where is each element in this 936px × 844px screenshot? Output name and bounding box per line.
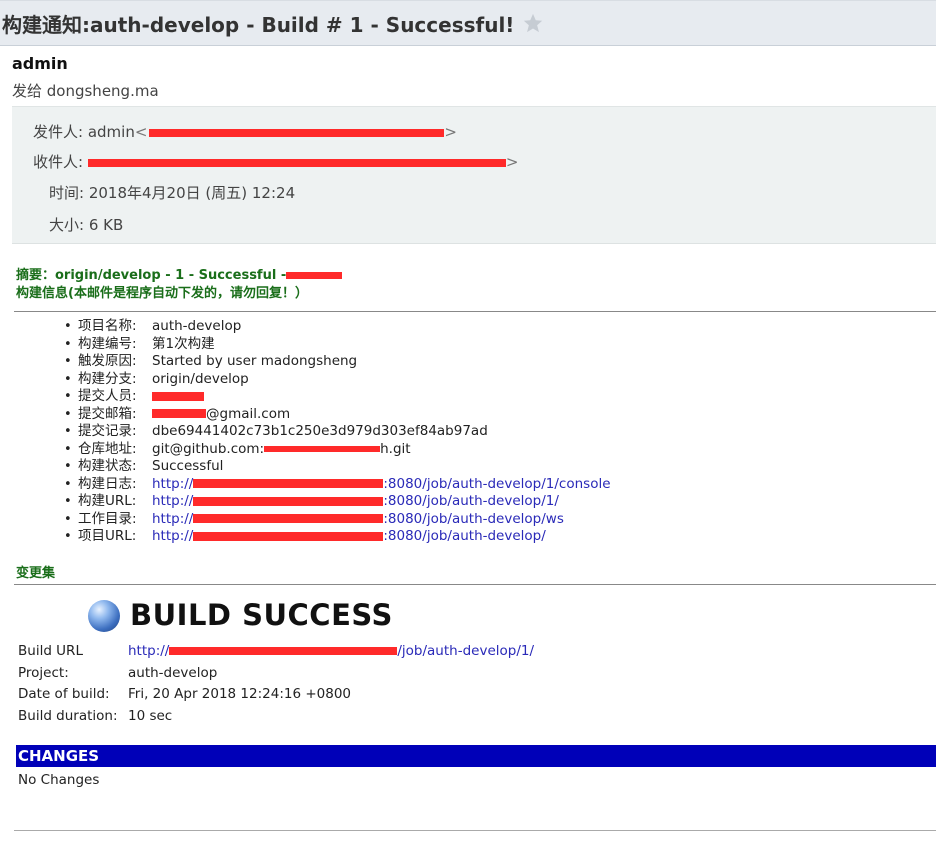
duration-row: Build duration: 10 sec bbox=[18, 707, 173, 724]
list-item: 构建分支:origin/develop bbox=[64, 371, 611, 389]
build-url-row: Build URL http:///job/auth-develop/1/ bbox=[18, 643, 535, 659]
date-row: Date of build: Fri, 20 Apr 2018 12:24:16 … bbox=[18, 686, 352, 702]
time-label: 时间: bbox=[49, 184, 85, 202]
to-email-close: > bbox=[505, 153, 519, 171]
list-item: 构建状态:Successful bbox=[64, 458, 611, 476]
blue-ball-icon bbox=[88, 600, 120, 632]
list-item: 构建日志:http://:8080/job/auth-develop/1/con… bbox=[64, 476, 611, 494]
list-item: 工作目录:http://:8080/job/auth-develop/ws bbox=[64, 511, 611, 529]
list-item: 项目名称:auth-develop bbox=[64, 318, 611, 336]
redacted-email bbox=[152, 409, 206, 418]
time-row: 时间: 2018年4月20日 (周五) 12:24 bbox=[49, 182, 295, 203]
to-label: 收件人: bbox=[33, 153, 84, 171]
workspace-link[interactable]: http://:8080/job/auth-develop/ws bbox=[152, 511, 564, 527]
no-changes-text: No Changes bbox=[18, 772, 100, 788]
build-details: Build URL http:///job/auth-develop/1/ Pro… bbox=[18, 641, 534, 727]
size-row: 大小: 6 KB bbox=[49, 214, 123, 235]
redacted-recipient bbox=[87, 158, 506, 167]
time-value: 2018年4月20日 (周五) 12:24 bbox=[88, 184, 296, 202]
redacted-host bbox=[193, 479, 384, 488]
redacted-host bbox=[193, 514, 384, 523]
list-item: 仓库地址:git@github.com:h.git bbox=[64, 441, 611, 459]
build-url-link[interactable]: http:///job/auth-develop/1/ bbox=[128, 643, 534, 659]
from-value[interactable]: admin bbox=[88, 123, 135, 141]
redacted-host bbox=[169, 647, 398, 655]
from-label: 发件人: bbox=[33, 123, 84, 141]
list-item: 构建URL:http://:8080/job/auth-develop/1/ bbox=[64, 493, 611, 511]
list-item: 提交人员: bbox=[64, 388, 611, 406]
changes-header: CHANGES bbox=[16, 745, 936, 767]
project-row: Project: auth-develop bbox=[18, 664, 218, 681]
build-info-list: 项目名称:auth-develop 构建编号:第1次构建 触发原因:Starte… bbox=[64, 318, 611, 546]
list-item: 构建编号:第1次构建 bbox=[64, 336, 611, 354]
redacted-name bbox=[286, 272, 343, 279]
summary-line: 摘要：origin/develop - 1 - Successful - bbox=[16, 267, 343, 285]
size-label: 大小: bbox=[49, 216, 85, 234]
from-row: 发件人: admin< > bbox=[33, 121, 457, 142]
build-summary: 摘要：origin/develop - 1 - Successful - 构建信… bbox=[16, 267, 343, 303]
star-icon[interactable] bbox=[522, 12, 544, 34]
recipient-summary[interactable]: 发给 dongsheng.ma bbox=[12, 80, 159, 101]
redacted-email bbox=[149, 128, 445, 137]
redacted-repo bbox=[264, 445, 381, 452]
list-item: 触发原因:Started by user madongsheng bbox=[64, 353, 611, 371]
email-subject-bar: 构建通知:auth-develop - Build # 1 - Successf… bbox=[0, 0, 936, 46]
build-status-title: BUILD SUCCESS bbox=[130, 598, 393, 632]
build-url-link[interactable]: http://:8080/job/auth-develop/1/ bbox=[152, 493, 559, 509]
from-email-close: > bbox=[444, 123, 457, 141]
sender-name[interactable]: admin bbox=[12, 54, 68, 73]
list-item: 项目URL:http://:8080/job/auth-develop/ bbox=[64, 528, 611, 546]
divider bbox=[14, 311, 936, 312]
from-email-open: < bbox=[134, 123, 148, 141]
email-headers: 发件人: admin< > 收件人: > 时间: 2018年4月20日 (周五) … bbox=[12, 106, 936, 244]
redacted-host bbox=[193, 496, 384, 506]
redacted-name bbox=[152, 391, 204, 401]
to-row: 收件人: > bbox=[33, 151, 518, 172]
list-item: 提交记录:dbe69441402c73b1c250e3d979d303ef84a… bbox=[64, 423, 611, 441]
email-subject: 构建通知:auth-develop - Build # 1 - Successf… bbox=[2, 12, 515, 37]
project-url-link[interactable]: http://:8080/job/auth-develop/ bbox=[152, 528, 546, 544]
divider bbox=[14, 830, 936, 831]
list-item: 提交邮箱:@gmail.com bbox=[64, 406, 611, 424]
build-log-link[interactable]: http://:8080/job/auth-develop/1/console bbox=[152, 476, 611, 492]
size-value: 6 KB bbox=[88, 216, 124, 234]
summary-notice: 构建信息(本邮件是程序自动下发的，请勿回复！） bbox=[16, 286, 308, 301]
divider bbox=[14, 584, 936, 585]
redacted-host bbox=[193, 531, 384, 541]
changeset-title: 变更集 bbox=[16, 566, 56, 581]
